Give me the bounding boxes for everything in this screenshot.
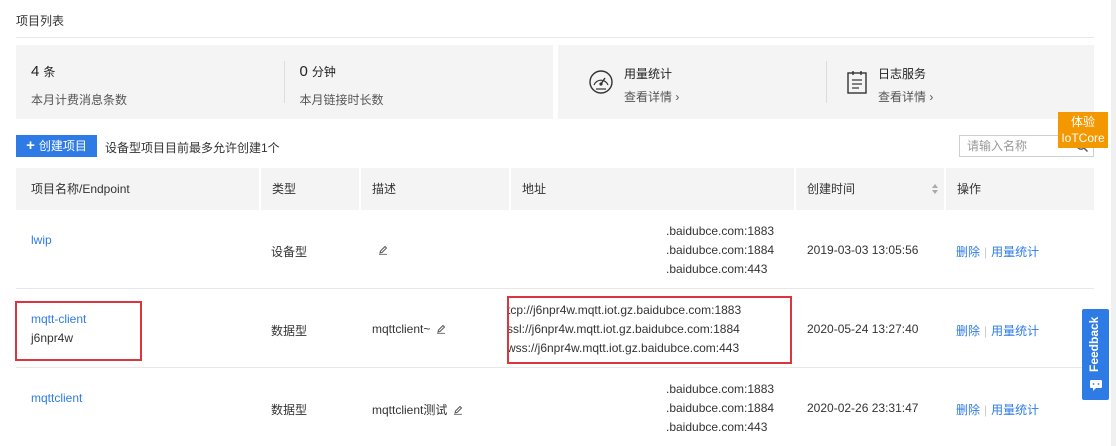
created-time: 2019-03-03 13:05:56 [807, 243, 919, 257]
column-header-name: 项目名称/Endpoint [31, 182, 130, 196]
column-separator [359, 168, 361, 210]
feedback-button[interactable]: Feedback [1082, 309, 1109, 400]
column-header-desc: 描述 [372, 182, 397, 196]
table-row: lwip 设备型 .baidubce.com:1883 .baidubce.co… [16, 210, 1094, 289]
service-log[interactable]: 日志服务 查看详情 › [826, 45, 1094, 119]
edit-icon[interactable] [453, 405, 463, 415]
delete-link[interactable]: 删除 [956, 245, 980, 259]
stat-label: 本月链接时长数 [299, 93, 384, 107]
project-desc [372, 243, 388, 257]
desc-text: mqttclient~ [372, 322, 431, 336]
created-time: 2020-02-26 23:31:47 [807, 401, 919, 415]
chevron-right-icon: › [929, 90, 934, 104]
row-actions: 删除 | 用量统计 [956, 243, 1039, 260]
view-details-link[interactable]: 查看详情 › [878, 88, 933, 105]
edit-icon[interactable] [378, 245, 388, 255]
trial-iotcore-button[interactable]: 体验 IoTCore [1058, 112, 1108, 148]
address-line: .baidubce.com:1883 [666, 224, 775, 238]
project-desc: mqttclient~ [372, 322, 446, 336]
row-actions: 删除 | 用量统计 [956, 322, 1039, 339]
gauge-icon [589, 70, 613, 94]
project-list-page: 项目列表 4条 本月计费消息条数 0 分钟 本月链接时长数 用量统计 查看详情 … [15, 0, 1094, 446]
stat-messages: 4条 本月计费消息条数 [16, 45, 285, 119]
sort-icon[interactable] [931, 182, 939, 196]
create-hint: 设备型项目目前最多允许创建1个 [105, 141, 280, 155]
search-input[interactable] [960, 136, 1070, 156]
project-table: 项目名称/Endpoint 类型 描述 地址 创建时间 操作 lwip 设备型 [15, 168, 1094, 446]
highlight-box [507, 296, 792, 364]
service-title: 用量统计 [624, 67, 673, 81]
project-type: 数据型 [271, 403, 308, 417]
usage-stats-link[interactable]: 用量统计 [991, 403, 1039, 417]
address-list: .baidubce.com:1883 .baidubce.com:1884 .b… [666, 222, 774, 279]
column-header-type: 类型 [272, 182, 297, 196]
trial-line: 体验 [1070, 115, 1095, 129]
address-line: .baidubce.com:1884 [666, 243, 775, 257]
stat-unit: 分钟 [311, 65, 336, 79]
chat-icon [1090, 380, 1102, 391]
stat-value: 0 [299, 63, 308, 80]
usage-stats-link[interactable]: 用量统计 [991, 324, 1039, 338]
stats-panel: 4条 本月计费消息条数 0 分钟 本月链接时长数 用量统计 查看详情 › 日志服… [16, 45, 1094, 119]
service-title: 日志服务 [878, 67, 927, 81]
stat-connect-time: 0 分钟 本月链接时长数 [285, 45, 554, 119]
feedback-label: Feedback [1087, 316, 1101, 372]
log-icon [847, 71, 867, 94]
scrollbar[interactable] [1111, 0, 1116, 446]
divider: | [984, 324, 988, 338]
address-line: .baidubce.com:1884 [666, 401, 775, 415]
project-type: 数据型 [271, 324, 308, 338]
usage-stats: 4条 本月计费消息条数 0 分钟 本月链接时长数 [16, 45, 553, 119]
edit-icon[interactable] [436, 324, 446, 334]
project-name-link[interactable]: mqttclient [31, 391, 82, 405]
project-type: 设备型 [271, 245, 308, 259]
row-actions: 删除 | 用量统计 [956, 401, 1039, 418]
create-project-button[interactable]: + 创建项目 [16, 135, 97, 157]
column-separator [259, 168, 261, 210]
section-title: 项目列表 [16, 14, 65, 28]
service-usage[interactable]: 用量统计 查看详情 › [558, 45, 826, 119]
address-line: .baidubce.com:443 [666, 262, 768, 276]
column-separator [509, 168, 511, 210]
desc-text: mqttclient测试 [372, 403, 448, 417]
create-project-label: 创建项目 [38, 139, 87, 153]
address-line: .baidubce.com:443 [666, 420, 768, 434]
delete-link[interactable]: 删除 [956, 403, 980, 417]
divider [16, 37, 1094, 38]
created-time: 2020-05-24 13:27:40 [807, 322, 919, 336]
services-panel: 用量统计 查看详情 › 日志服务 查看详情 › [558, 45, 1094, 119]
chevron-right-icon: › [675, 90, 680, 104]
delete-link[interactable]: 删除 [956, 324, 980, 338]
column-separator [794, 168, 796, 210]
address-list: .baidubce.com:1883 .baidubce.com:1884 .b… [666, 380, 774, 437]
usage-stats-link[interactable]: 用量统计 [991, 245, 1039, 259]
column-header-created[interactable]: 创建时间 [807, 168, 855, 210]
divider: | [984, 245, 988, 259]
plus-icon: + [26, 137, 35, 154]
column-header-actions: 操作 [957, 182, 982, 196]
stat-label: 本月计费消息条数 [31, 93, 128, 107]
stat-unit: 条 [43, 65, 56, 79]
project-desc: mqttclient测试 [372, 401, 463, 418]
view-details-link[interactable]: 查看详情 › [624, 88, 679, 105]
highlight-box [15, 301, 142, 361]
table-row: mqtt-client j6npr4w 数据型 mqttclient~ tcp:… [15, 289, 1094, 368]
table-row: mqttclient 数据型 mqttclient测试 .baidubce.co… [16, 368, 1094, 446]
divider: | [984, 403, 988, 417]
column-separator [944, 168, 946, 210]
column-header-address: 地址 [522, 182, 547, 196]
project-name-link[interactable]: lwip [31, 233, 52, 247]
trial-line: IoTCore [1061, 131, 1105, 145]
stat-value: 4 [31, 63, 40, 80]
table-header: 项目名称/Endpoint 类型 描述 地址 创建时间 操作 [16, 168, 1094, 210]
address-line: .baidubce.com:1883 [666, 382, 775, 396]
